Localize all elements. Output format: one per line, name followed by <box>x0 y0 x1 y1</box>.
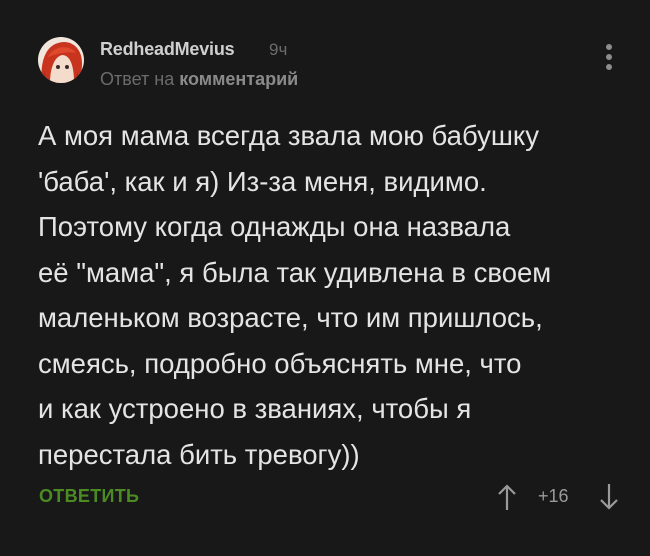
username[interactable]: RedheadMevius <box>100 39 235 60</box>
reply-to-line: Ответ на комментарий <box>100 69 298 90</box>
avatar[interactable] <box>38 37 84 83</box>
comment-card: RedheadMevius 9ч Ответ на комментарий А … <box>0 0 650 556</box>
reply-to-prefix: Ответ на <box>100 69 180 89</box>
arrow-up-icon[interactable] <box>496 482 518 512</box>
avatar-image-icon <box>38 37 84 83</box>
reply-to-link[interactable]: комментарий <box>179 69 298 89</box>
more-options-icon[interactable] <box>602 44 616 74</box>
comment-score: +16 <box>538 486 569 506</box>
comment-time: 9ч <box>269 40 288 59</box>
reply-button[interactable]: ОТВЕТИТЬ <box>39 486 139 507</box>
arrow-down-icon[interactable] <box>598 482 620 512</box>
comment-text: А моя мама всегда звала мою бабушку 'баб… <box>38 120 552 470</box>
